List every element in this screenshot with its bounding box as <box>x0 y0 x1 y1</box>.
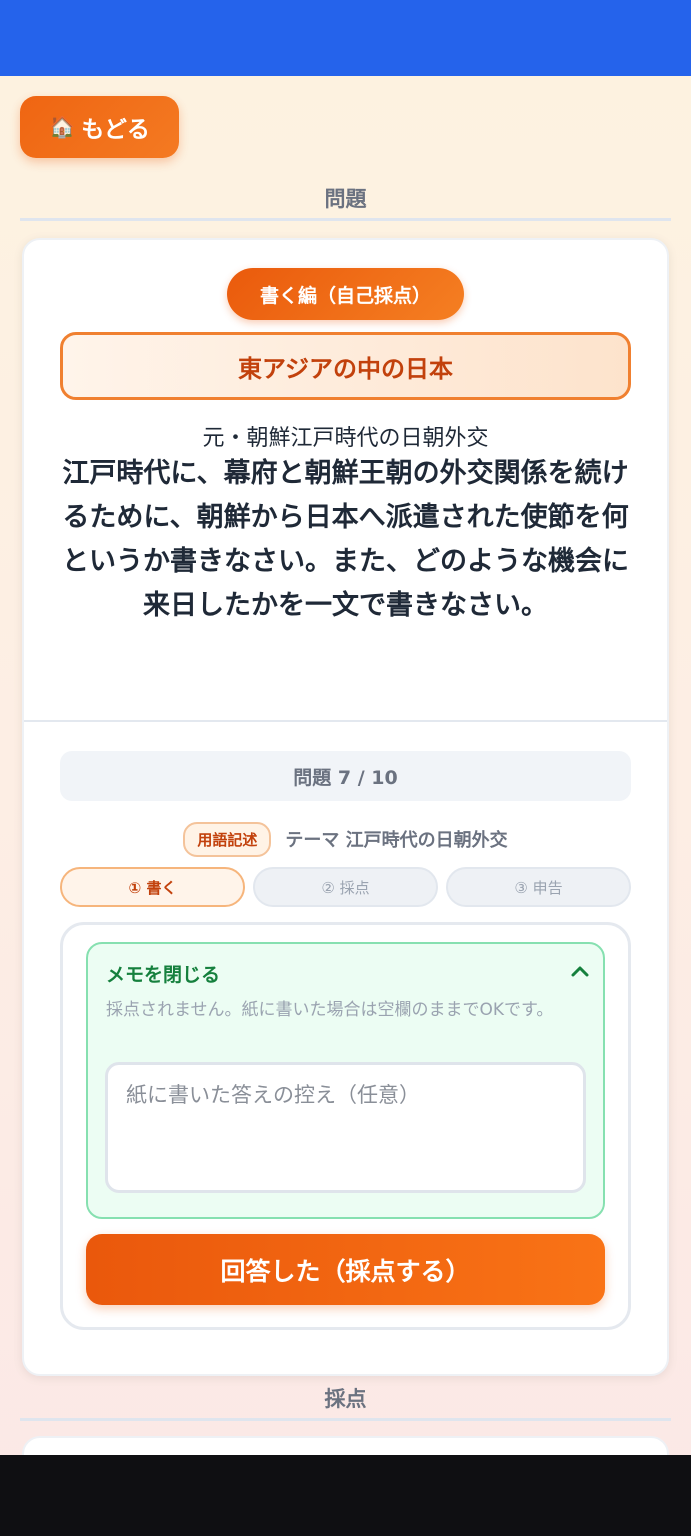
submit-answer-button[interactable]: 回答した（採点する） <box>86 1234 605 1305</box>
memo-note: 採点されません。紙に書いた場合は空欄のままでOKです。 <box>106 1000 554 1020</box>
question-meta: 用語記述 テーマ 江戸時代の日朝外交 <box>22 821 669 857</box>
unit-title: 東アジアの中の日本 <box>60 332 631 400</box>
theme-label: テーマ 江戸時代の日朝外交 <box>285 830 508 851</box>
top-status-bar <box>0 0 691 76</box>
question-subtopic: 元・朝鮮江戸時代の日朝外交 <box>202 426 489 451</box>
section-divider <box>20 218 671 221</box>
step-write[interactable]: ① 書く <box>60 867 245 907</box>
type-badge: 用語記述 <box>183 821 272 857</box>
back-button[interactable]: 🏠 もどる <box>20 96 179 158</box>
question-counter: 問題 7 / 10 <box>60 751 631 801</box>
back-label: もどる <box>81 117 150 143</box>
step-grade[interactable]: ② 採点 <box>253 867 438 907</box>
memo-toggle[interactable]: メモを閉じる <box>106 960 220 987</box>
memo-input[interactable] <box>105 1062 586 1193</box>
step-report[interactable]: ③ 申告 <box>446 867 631 907</box>
question-text: 江戸時代に、幕府と朝鮮王朝の外交関係を続けるために、朝鮮から日本へ派遣された使節… <box>62 458 629 621</box>
bottom-nav-bar <box>0 1455 691 1536</box>
section-heading-grading: 採点 <box>324 1387 367 1411</box>
mode-badge: 書く編（自己採点） <box>227 268 464 320</box>
card-divider <box>24 720 667 722</box>
chevron-up-icon[interactable] <box>567 959 593 983</box>
section-heading-question: 問題 <box>324 187 367 211</box>
section-divider <box>20 1418 671 1421</box>
home-icon: 🏠 <box>49 114 76 139</box>
